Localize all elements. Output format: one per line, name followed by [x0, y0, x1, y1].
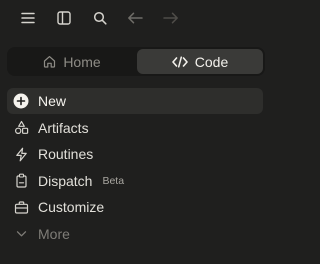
code-tab[interactable]: Code [137, 49, 263, 74]
mode-switch: Home Code [7, 47, 265, 76]
chevron-down-icon [13, 226, 29, 242]
sidebar-toggle-icon[interactable] [53, 7, 75, 29]
briefcase-icon [13, 199, 29, 215]
sidebar-menu: New Artifacts Routines Dispatch Beta Cus… [7, 88, 263, 247]
dispatch-label: Dispatch [38, 172, 93, 189]
menu-item-dispatch[interactable]: Dispatch Beta [7, 168, 263, 194]
new-button[interactable]: New [7, 88, 263, 114]
routines-label: Routines [38, 146, 94, 162]
home-icon [43, 55, 56, 68]
hamburger-menu-icon[interactable] [17, 7, 39, 29]
home-tab[interactable]: Home [9, 49, 135, 74]
more-label: More [38, 225, 70, 242]
menu-item-customize[interactable]: Customize [7, 194, 263, 220]
menu-item-more[interactable]: More [7, 221, 263, 247]
new-label: New [38, 93, 67, 109]
code-tab-label: Code [194, 53, 229, 70]
plus-circle-icon [13, 93, 29, 109]
customize-label: Customize [38, 199, 105, 215]
artifacts-shapes-icon [13, 120, 29, 136]
home-tab-label: Home [63, 53, 101, 70]
menu-item-routines[interactable]: Routines [7, 141, 263, 167]
beta-badge: Beta [102, 174, 125, 187]
forward-arrow-icon[interactable] [160, 7, 182, 29]
menu-item-artifacts[interactable]: Artifacts [7, 115, 263, 141]
search-icon[interactable] [89, 7, 111, 29]
toolbar [0, 0, 270, 36]
lightning-bolt-icon [13, 146, 29, 162]
clipboard-icon [13, 173, 29, 189]
artifacts-label: Artifacts [38, 119, 89, 136]
back-arrow-icon[interactable] [124, 7, 146, 29]
code-brackets-icon [171, 55, 188, 68]
